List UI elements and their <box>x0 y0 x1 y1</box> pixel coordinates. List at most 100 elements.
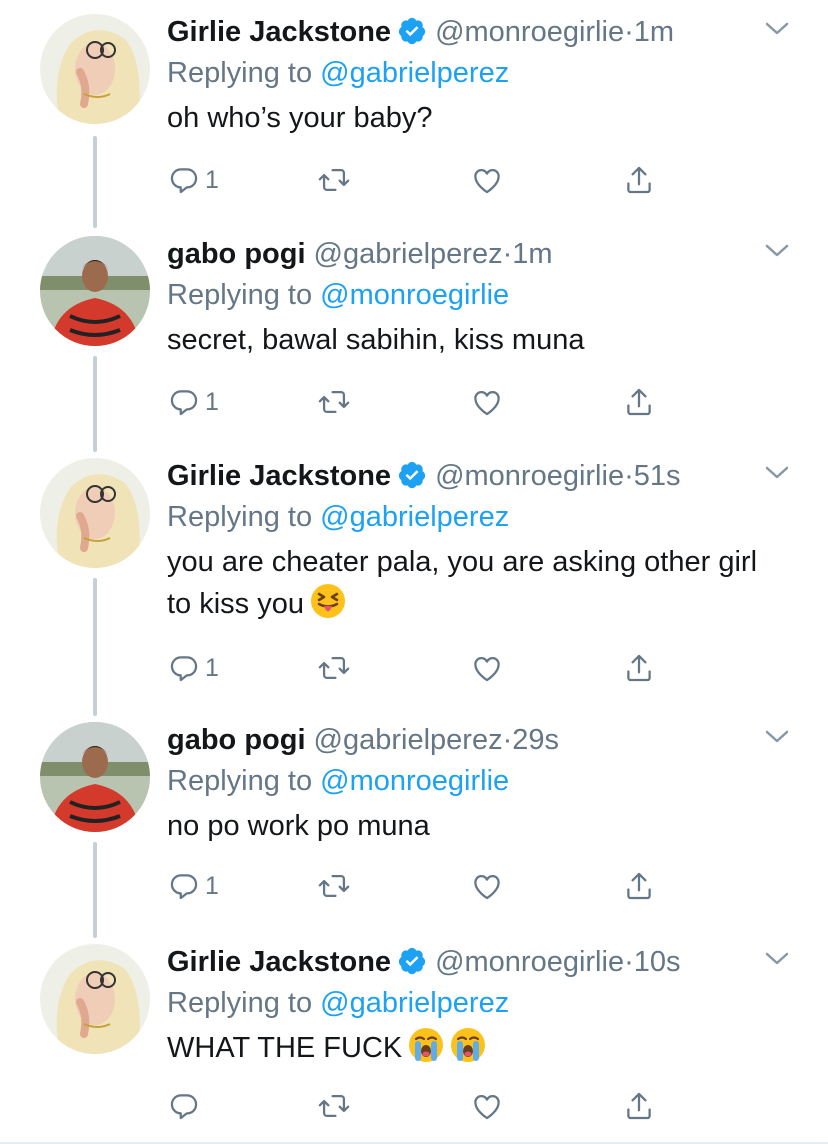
user-handle[interactable]: @gabrielperez <box>314 724 503 756</box>
replying-to-label: Replying to <box>167 987 321 1019</box>
reply-icon <box>170 874 198 900</box>
mention-link[interactable]: @monroegirlie <box>320 279 509 311</box>
retweet-icon <box>318 1094 350 1118</box>
like-button[interactable] <box>470 382 504 422</box>
tweet-header: gabo pogi @gabrielperez·29s <box>167 720 559 760</box>
user-handle[interactable]: @gabrielperez <box>314 238 503 270</box>
chevron-down-icon[interactable] <box>764 242 790 260</box>
timestamp[interactable]: 1m <box>512 238 552 270</box>
reply-button[interactable]: 1 <box>167 866 219 906</box>
chevron-down-icon[interactable] <box>764 950 790 968</box>
verified-badge-icon <box>398 17 426 45</box>
avatar-girlie[interactable] <box>40 14 150 124</box>
like-icon <box>474 874 500 900</box>
user-handle[interactable]: @monroegirlie <box>435 946 624 978</box>
reply-icon <box>170 168 198 194</box>
mention-link[interactable]: @monroegirlie <box>320 765 509 797</box>
retweet-icon <box>318 874 350 898</box>
like-icon <box>474 390 500 416</box>
replying-to: Replying to @monroegirlie <box>167 761 509 801</box>
timestamp[interactable]: 10s <box>634 946 681 978</box>
share-icon <box>627 654 651 682</box>
reply-button[interactable]: 1 <box>167 382 219 422</box>
chevron-down-icon[interactable] <box>764 464 790 482</box>
replying-to: Replying to @gabrielperez <box>167 53 509 93</box>
chevron-down-icon[interactable] <box>764 728 790 746</box>
mention-link[interactable]: @gabrielperez <box>320 57 509 89</box>
share-button[interactable] <box>622 866 656 906</box>
separator-dot: · <box>624 460 634 492</box>
share-button[interactable] <box>622 382 656 422</box>
replying-to-label: Replying to <box>167 57 321 89</box>
loudly-crying-face-emoji <box>451 1028 486 1062</box>
timestamp[interactable]: 1m <box>634 16 674 48</box>
tweet-text: WHAT THE FUCK <box>167 1027 787 1069</box>
replying-to-label: Replying to <box>167 765 321 797</box>
tweet[interactable]: Girlie Jackstone @monroegirlie·51s Replyi… <box>0 444 828 710</box>
display-name[interactable]: gabo pogi <box>167 238 306 270</box>
like-button[interactable] <box>470 648 504 688</box>
retweet-button[interactable] <box>317 648 351 688</box>
chevron-down-icon[interactable] <box>764 20 790 38</box>
tweet-actions <box>167 1086 667 1126</box>
reply-count: 1 <box>205 165 219 194</box>
avatar-gabo[interactable] <box>40 236 150 346</box>
replying-to: Replying to @monroegirlie <box>167 275 509 315</box>
like-button[interactable] <box>470 866 504 906</box>
reply-icon <box>170 390 198 416</box>
like-button[interactable] <box>470 1086 504 1126</box>
tweet[interactable]: gabo pogi @gabrielperez·29s Replying to @… <box>0 708 828 930</box>
user-handle[interactable]: @monroegirlie <box>435 16 624 48</box>
reply-count: 1 <box>205 653 219 682</box>
tweet-text: you are cheater pala, you are asking oth… <box>167 541 787 625</box>
tweet-text: no po work po muna <box>167 805 787 847</box>
user-handle[interactable]: @monroegirlie <box>435 460 624 492</box>
timestamp[interactable]: 29s <box>512 724 559 756</box>
like-icon <box>474 168 500 194</box>
like-icon <box>474 1094 500 1120</box>
tweet-actions: 1 <box>167 648 667 688</box>
retweet-button[interactable] <box>317 866 351 906</box>
tweet-header: Girlie Jackstone @monroegirlie·10s <box>167 942 681 982</box>
retweet-icon <box>318 390 350 414</box>
reply-icon <box>170 656 198 682</box>
share-button[interactable] <box>622 1086 656 1126</box>
share-icon <box>627 166 651 194</box>
reply-button[interactable]: 1 <box>167 648 219 688</box>
share-button[interactable] <box>622 160 656 200</box>
reply-count: 1 <box>205 871 219 900</box>
tweet-text-content: no po work po muna <box>167 810 430 842</box>
replying-to: Replying to @gabrielperez <box>167 497 509 537</box>
retweet-button[interactable] <box>317 160 351 200</box>
tweet[interactable]: Girlie Jackstone @monroegirlie·10s Replyi… <box>0 930 828 1144</box>
replying-to-label: Replying to <box>167 279 321 311</box>
mention-link[interactable]: @gabrielperez <box>320 501 509 533</box>
retweet-icon <box>318 656 350 680</box>
avatar-girlie[interactable] <box>40 458 150 568</box>
like-button[interactable] <box>470 160 504 200</box>
mention-link[interactable]: @gabrielperez <box>320 987 509 1019</box>
display-name[interactable]: Girlie Jackstone <box>167 16 391 48</box>
tweet[interactable]: gabo pogi @gabrielperez·1m Replying to @m… <box>0 222 828 444</box>
reply-button[interactable]: 1 <box>167 160 219 200</box>
timestamp[interactable]: 51s <box>634 460 681 492</box>
display-name[interactable]: gabo pogi <box>167 724 306 756</box>
reply-button[interactable] <box>167 1086 205 1126</box>
share-icon <box>627 388 651 416</box>
retweet-button[interactable] <box>317 382 351 422</box>
tweet-text-content: secret, bawal sabihin, kiss muna <box>167 324 585 356</box>
display-name[interactable]: Girlie Jackstone <box>167 460 391 492</box>
separator-dot: · <box>502 238 513 270</box>
separator-dot: · <box>502 724 513 756</box>
retweet-button[interactable] <box>317 1086 351 1126</box>
verified-badge-icon <box>398 947 426 975</box>
loudly-crying-face-emoji <box>409 1028 444 1062</box>
share-button[interactable] <box>622 648 656 688</box>
share-icon <box>627 1092 651 1120</box>
avatar-gabo[interactable] <box>40 722 150 832</box>
tweet-header: Girlie Jackstone @monroegirlie·1m <box>167 12 674 52</box>
display-name[interactable]: Girlie Jackstone <box>167 946 391 978</box>
tweet-header: gabo pogi @gabrielperez·1m <box>167 234 553 274</box>
avatar-girlie[interactable] <box>40 944 150 1054</box>
tweet[interactable]: Girlie Jackstone @monroegirlie·1m Replyin… <box>0 0 828 222</box>
